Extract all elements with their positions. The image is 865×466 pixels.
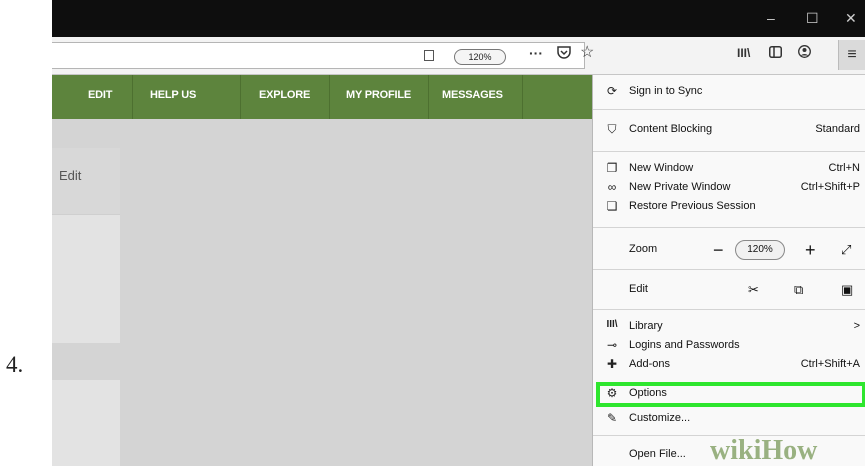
menu-item-label: Open File... (629, 448, 686, 460)
menu-item-shortcut: Ctrl+Shift+P (800, 181, 860, 193)
menu-item-label: Zoom (629, 243, 658, 255)
menu-divider (593, 269, 865, 270)
ellipsis-icon[interactable]: ··· (529, 45, 543, 61)
content-blocking-value: Standard (815, 123, 860, 135)
hamburger-icon: ≡ (847, 46, 857, 63)
nav-divider (329, 75, 330, 119)
maximize-button[interactable]: ☐ (806, 10, 819, 27)
menu-item-label: Sign in to Sync (629, 85, 703, 97)
paste-icon[interactable]: ▣ (841, 282, 853, 298)
shield-icon: ⛉ (607, 122, 617, 136)
nav-divider (132, 75, 133, 119)
nav-divider (240, 75, 241, 119)
menu-item-shortcut: Ctrl+Shift+A (800, 358, 860, 370)
nav-item-explore[interactable]: EXPLORE (259, 89, 310, 101)
zoom-out-button[interactable]: − (713, 241, 724, 259)
nav-item-messages[interactable]: MESSAGES (442, 89, 503, 101)
zoom-reset-button[interactable]: 120% (735, 240, 785, 260)
zoom-in-button[interactable]: + (805, 240, 816, 261)
menu-item-label: New Window (629, 162, 694, 174)
menu-item-label: Edit (629, 283, 648, 295)
fullscreen-icon[interactable]: ⤢ (841, 242, 851, 258)
menu-item-edit: Edit ✂ ⧉ ▣ (593, 280, 865, 300)
menu-item-label: Content Blocking (629, 123, 713, 135)
chevron-right-icon: > (853, 320, 860, 332)
copy-icon[interactable]: ⧉ (794, 282, 803, 298)
library-icon[interactable]: III\ (737, 45, 750, 61)
minimize-button[interactable]: – (767, 10, 775, 26)
account-icon[interactable] (798, 45, 811, 61)
menu-item-zoom: Zoom − 120% + ⤢ (593, 240, 865, 260)
nav-item-edit[interactable]: EDIT (88, 89, 112, 101)
nav-item-my-profile[interactable]: MY PROFILE (346, 89, 411, 101)
content-card: Edit (52, 148, 120, 343)
browser-screenshot: – ☐ ✕ 120% ··· ☆ III\ ≡ EDIT HELP US EXP… (52, 0, 865, 466)
menu-divider (593, 309, 865, 310)
content-card (52, 380, 120, 466)
title-bar: – ☐ ✕ (52, 0, 865, 37)
nav-divider (428, 75, 429, 119)
menu-item-library[interactable]: III\ Library > (593, 317, 865, 337)
toolbar: 120% ··· ☆ III\ ≡ (52, 37, 865, 75)
menu-button[interactable]: ≡ (838, 40, 865, 70)
menu-item-logins[interactable]: ⊸ Logins and Passwords (593, 336, 865, 356)
options-highlight (596, 382, 865, 407)
sidebar-icon[interactable] (769, 45, 782, 61)
wikihow-watermark: wikiHow (710, 435, 818, 466)
private-mask-icon: ∞ (607, 180, 617, 194)
card-header: Edit (52, 148, 120, 215)
step-number: 4. (6, 352, 24, 377)
nav-item-help-us[interactable]: HELP US (150, 89, 196, 101)
menu-divider (593, 227, 865, 228)
menu-item-new-private-window[interactable]: ∞ New Private Window Ctrl+Shift+P (593, 178, 865, 198)
pocket-icon[interactable] (557, 45, 571, 62)
restore-icon: ❏ (606, 199, 618, 213)
puzzle-icon: ✚ (606, 357, 618, 371)
cut-icon[interactable]: ✂ (748, 282, 759, 298)
nav-divider (522, 75, 523, 119)
close-button[interactable]: ✕ (845, 10, 857, 27)
key-icon: ⊸ (606, 338, 618, 352)
menu-item-label: Logins and Passwords (629, 339, 740, 351)
menu-item-customize[interactable]: ✎ Customize... (593, 409, 865, 429)
menu-item-restore-session[interactable]: ❏ Restore Previous Session (593, 197, 865, 217)
library-icon: III\ (606, 319, 618, 330)
edit-link[interactable]: Edit (59, 168, 81, 183)
sync-icon: ⟳ (606, 84, 618, 98)
reader-view-icon[interactable] (424, 50, 434, 61)
menu-item-label: Customize... (629, 412, 691, 424)
new-window-icon: ❐ (606, 161, 618, 175)
menu-item-new-window[interactable]: ❐ New Window Ctrl+N (593, 159, 865, 179)
menu-item-label: Add-ons (629, 358, 670, 370)
address-bar[interactable]: 120% (52, 42, 585, 69)
brush-icon: ✎ (606, 411, 618, 425)
menu-item-sign-in[interactable]: ⟳ Sign in to Sync (593, 82, 865, 102)
menu-item-label: New Private Window (629, 181, 731, 193)
menu-divider (593, 151, 865, 152)
menu-item-content-blocking[interactable]: ⛉ Content Blocking Standard (593, 120, 865, 140)
star-icon[interactable]: ☆ (580, 45, 594, 61)
menu-item-label: Library (629, 320, 663, 332)
menu-item-addons[interactable]: ✚ Add-ons Ctrl+Shift+A (593, 355, 865, 375)
zoom-indicator[interactable]: 120% (454, 49, 506, 65)
menu-item-label: Restore Previous Session (629, 200, 756, 212)
menu-divider (593, 109, 865, 110)
menu-item-shortcut: Ctrl+N (828, 162, 860, 174)
app-menu: ⟳ Sign in to Sync ⛉ Content Blocking Sta… (592, 75, 865, 466)
